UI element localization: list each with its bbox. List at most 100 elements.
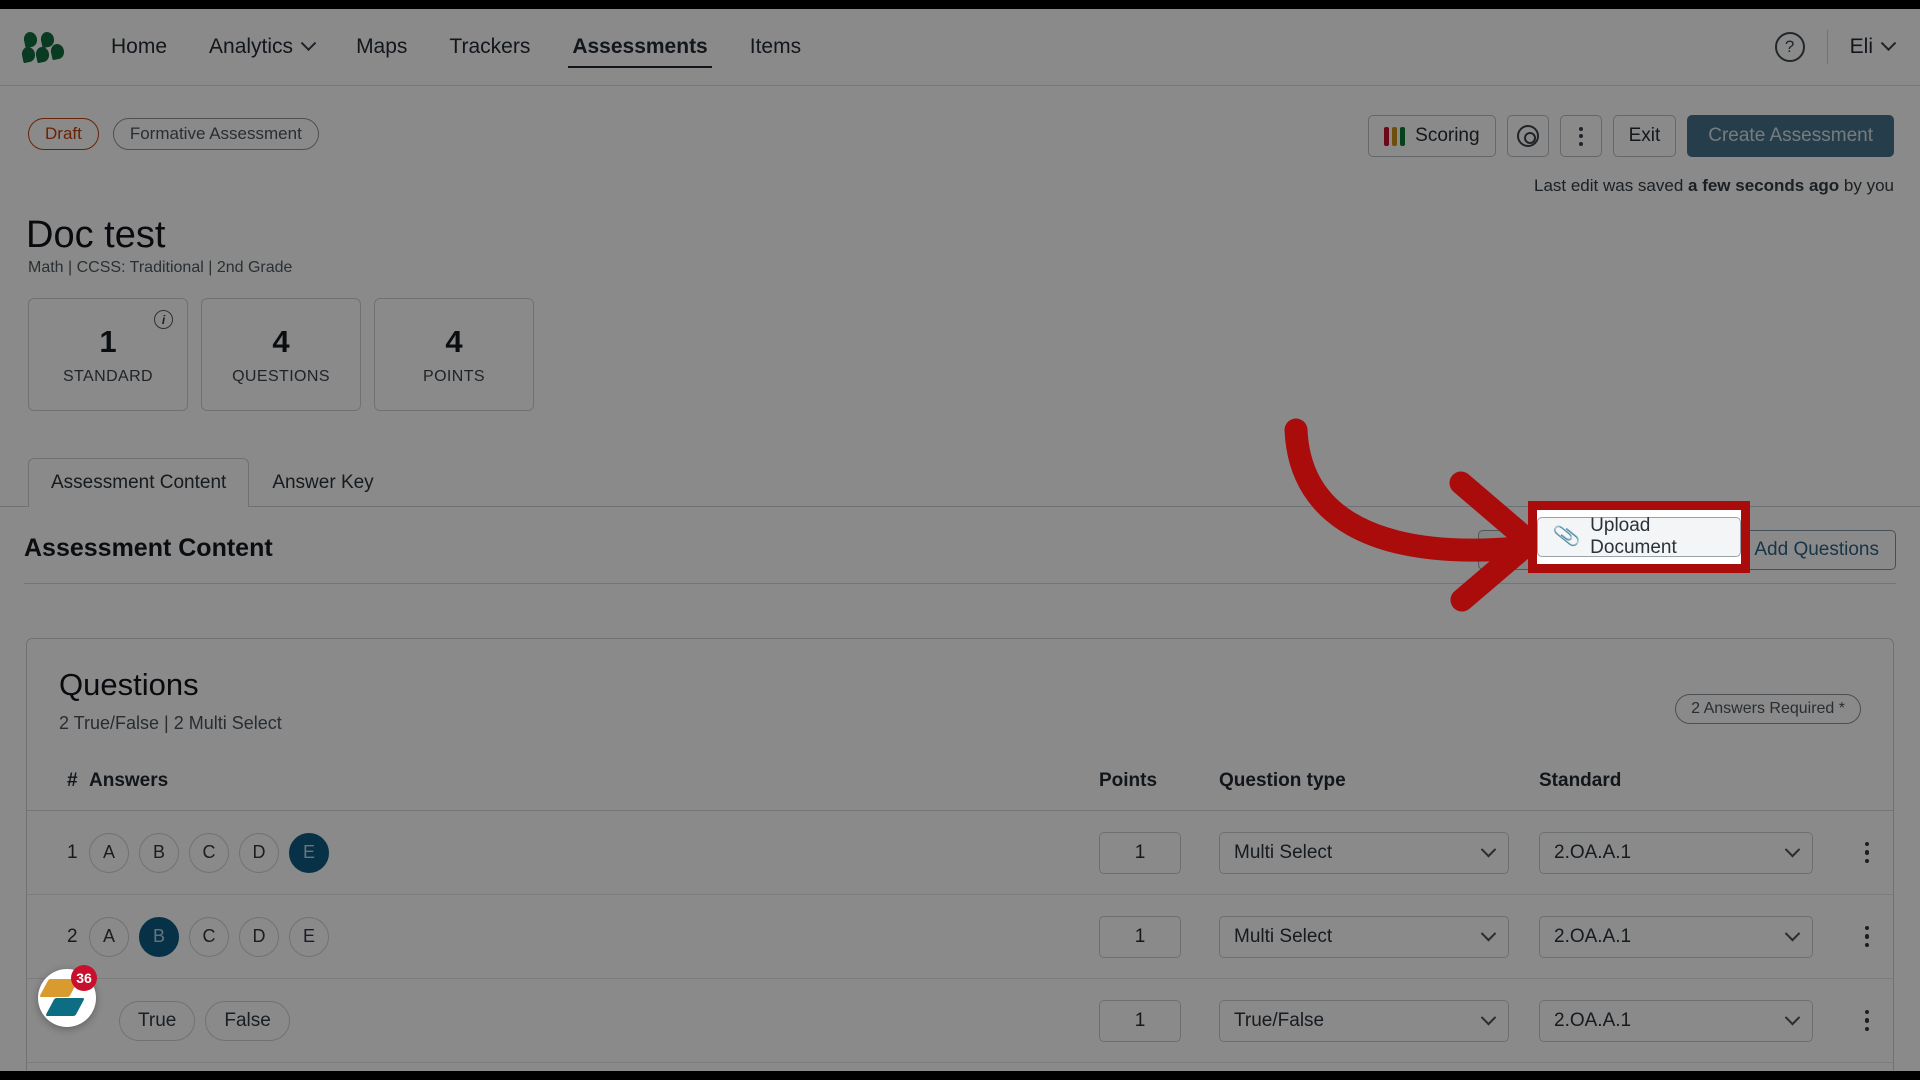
nav-divider xyxy=(1826,30,1828,64)
exit-label: Exit xyxy=(1628,125,1661,146)
points-input[interactable]: 1 xyxy=(1099,831,1181,874)
nav-label: Home xyxy=(111,35,168,58)
question-type-value: True/False xyxy=(1234,1009,1325,1031)
standard-select[interactable]: 2.OA.A.1 xyxy=(1539,999,1813,1042)
tab-answer-key[interactable]: Answer Key xyxy=(249,458,396,507)
greenlight-logo-icon[interactable] xyxy=(20,30,68,64)
row-points: 1 xyxy=(1099,810,1219,895)
stat-card-questions: 4 QUESTIONS xyxy=(201,298,361,411)
answer-option-a[interactable]: A xyxy=(89,916,129,957)
questions-table-body: 1 A B C D E 1 Multi Select 2.OA.A.1 2 A B C D E 1 Multi … xyxy=(27,810,1893,1071)
row-points: 1 xyxy=(1099,1062,1219,1071)
upload-document-button-highlighted[interactable]: 📎 Upload Document xyxy=(1537,515,1741,558)
row-answers: ABCDE xyxy=(89,810,1099,895)
question-type-select[interactable]: Multi Select xyxy=(1219,831,1509,874)
answer-option-false[interactable]: False xyxy=(205,1000,290,1041)
row-question-type: True/False xyxy=(1219,978,1539,1063)
assessment-meta: Math | CCSS: Traditional | 2nd Grade xyxy=(28,259,293,276)
answer-options: True False xyxy=(119,1000,1099,1041)
points-input[interactable]: 1 xyxy=(1099,999,1181,1042)
standard-value: 2.OA.A.1 xyxy=(1554,1009,1632,1031)
answer-options: ABCDE xyxy=(89,832,1099,873)
nav-item-home[interactable]: Home xyxy=(90,9,188,86)
answer-option-c[interactable]: C xyxy=(189,832,229,873)
row-standard: 2.OA.A.1 xyxy=(1539,1062,1839,1071)
row-kebab-icon[interactable] xyxy=(1839,1009,1893,1032)
settings-button[interactable] xyxy=(1506,115,1549,157)
question-type-select[interactable]: Multi Select xyxy=(1219,915,1509,958)
nav-items: Home Analytics Maps Trackers Assessments… xyxy=(90,9,822,86)
top-action-buttons: Scoring Exit Create Assessment xyxy=(1368,115,1894,157)
row-kebab-icon[interactable] xyxy=(1839,841,1893,864)
draft-label: Draft xyxy=(45,124,82,143)
nav-label: Trackers xyxy=(449,35,531,58)
answer-option-b[interactable]: B xyxy=(139,916,179,957)
row-question-type: Multi Select xyxy=(1219,810,1539,895)
row-points: 1 xyxy=(1099,978,1219,1063)
nav-item-items[interactable]: Items xyxy=(729,9,822,86)
standard-select[interactable]: 2.OA.A.1 xyxy=(1539,831,1813,874)
row-menu xyxy=(1839,1062,1893,1071)
tab-label: Assessment Content xyxy=(51,472,227,493)
upload-label: Upload Document xyxy=(1590,515,1677,558)
nav-item-assessments[interactable]: Assessments xyxy=(551,9,728,86)
table-row: 4TrueFalse1True/False2.OA.A.1 xyxy=(27,1062,1893,1071)
answer-option-e[interactable]: E xyxy=(289,832,329,873)
table-header-row: # Answers Points Question type Standard xyxy=(27,756,1893,811)
paperclip-icon: 📎 xyxy=(1493,535,1523,564)
answer-option-d[interactable]: D xyxy=(239,916,279,957)
section-title: Assessment Content xyxy=(24,534,273,562)
exit-button[interactable]: Exit xyxy=(1612,115,1677,157)
saved-time: a few seconds ago xyxy=(1688,176,1840,195)
diamond-teal-icon xyxy=(45,998,85,1016)
answer-option-b[interactable]: B xyxy=(139,832,179,873)
more-options-button[interactable] xyxy=(1559,115,1602,157)
fab-badge-count: 36 xyxy=(71,965,97,991)
questions-card: Questions 2 True/False | 2 Multi Select … xyxy=(26,638,1894,1071)
answer-option-e[interactable]: E xyxy=(289,916,329,957)
help-icon[interactable]: ? xyxy=(1774,32,1805,62)
content-tabs: Assessment Content Answer Key xyxy=(28,458,397,508)
page-title: Doc test xyxy=(26,214,166,256)
type-label: Formative Assessment xyxy=(129,124,302,143)
row-standard: 2.OA.A.1 xyxy=(1539,894,1839,979)
row-menu xyxy=(1839,810,1893,895)
scoring-button[interactable]: Scoring xyxy=(1368,115,1496,157)
nav-item-trackers[interactable]: Trackers xyxy=(428,9,551,86)
add-label: Add Questions xyxy=(1754,539,1879,560)
stat-label: POINTS xyxy=(423,367,485,385)
table-row: 2 A B C D E 1 Multi Select 2.OA.A.1 xyxy=(27,894,1893,979)
standard-value: 2.OA.A.1 xyxy=(1554,841,1632,863)
nav-item-maps[interactable]: Maps xyxy=(335,9,428,86)
row-kebab-icon[interactable] xyxy=(1839,925,1893,948)
questions-table: # Answers Points Question type Standard … xyxy=(27,756,1893,1071)
nav-item-analytics[interactable]: Analytics xyxy=(188,9,335,86)
chevron-down-icon xyxy=(1880,34,1897,51)
questions-table-head: # Answers Points Question type Standard xyxy=(27,756,1893,811)
answer-option-true[interactable]: True xyxy=(119,1000,196,1041)
status-badge-type: Formative Assessment xyxy=(112,118,319,150)
question-type-select[interactable]: True/False xyxy=(1219,999,1509,1042)
stat-cards: i 1 STANDARD 4 QUESTIONS 4 POINTS xyxy=(28,298,534,411)
saved-suffix: by you xyxy=(1839,176,1894,195)
answer-option-a[interactable]: A xyxy=(89,832,129,873)
answer-option-c[interactable]: C xyxy=(189,916,229,957)
info-icon[interactable]: i xyxy=(154,310,173,329)
standard-select[interactable]: 2.OA.A.1 xyxy=(1539,915,1813,958)
create-assessment-button[interactable]: Create Assessment xyxy=(1687,115,1894,157)
row-menu xyxy=(1839,978,1893,1063)
row-points: 1 xyxy=(1099,894,1219,979)
user-menu[interactable]: Eli xyxy=(1850,34,1897,59)
status-badge-draft: Draft xyxy=(28,118,99,150)
answer-options: ABCDE xyxy=(89,916,1099,957)
notifications-fab[interactable]: 36 xyxy=(38,965,97,1027)
chevron-down-icon xyxy=(1480,841,1497,858)
col-qtype: Question type xyxy=(1219,756,1539,811)
chevron-down-icon xyxy=(1784,925,1801,942)
chevron-down-icon xyxy=(300,34,317,51)
chevron-down-icon xyxy=(1480,1009,1497,1026)
answer-option-d[interactable]: D xyxy=(239,832,279,873)
points-input[interactable]: 1 xyxy=(1099,915,1181,958)
questions-card-header: Questions 2 True/False | 2 Multi Select … xyxy=(27,639,1893,756)
tab-assessment-content[interactable]: Assessment Content xyxy=(28,458,250,508)
